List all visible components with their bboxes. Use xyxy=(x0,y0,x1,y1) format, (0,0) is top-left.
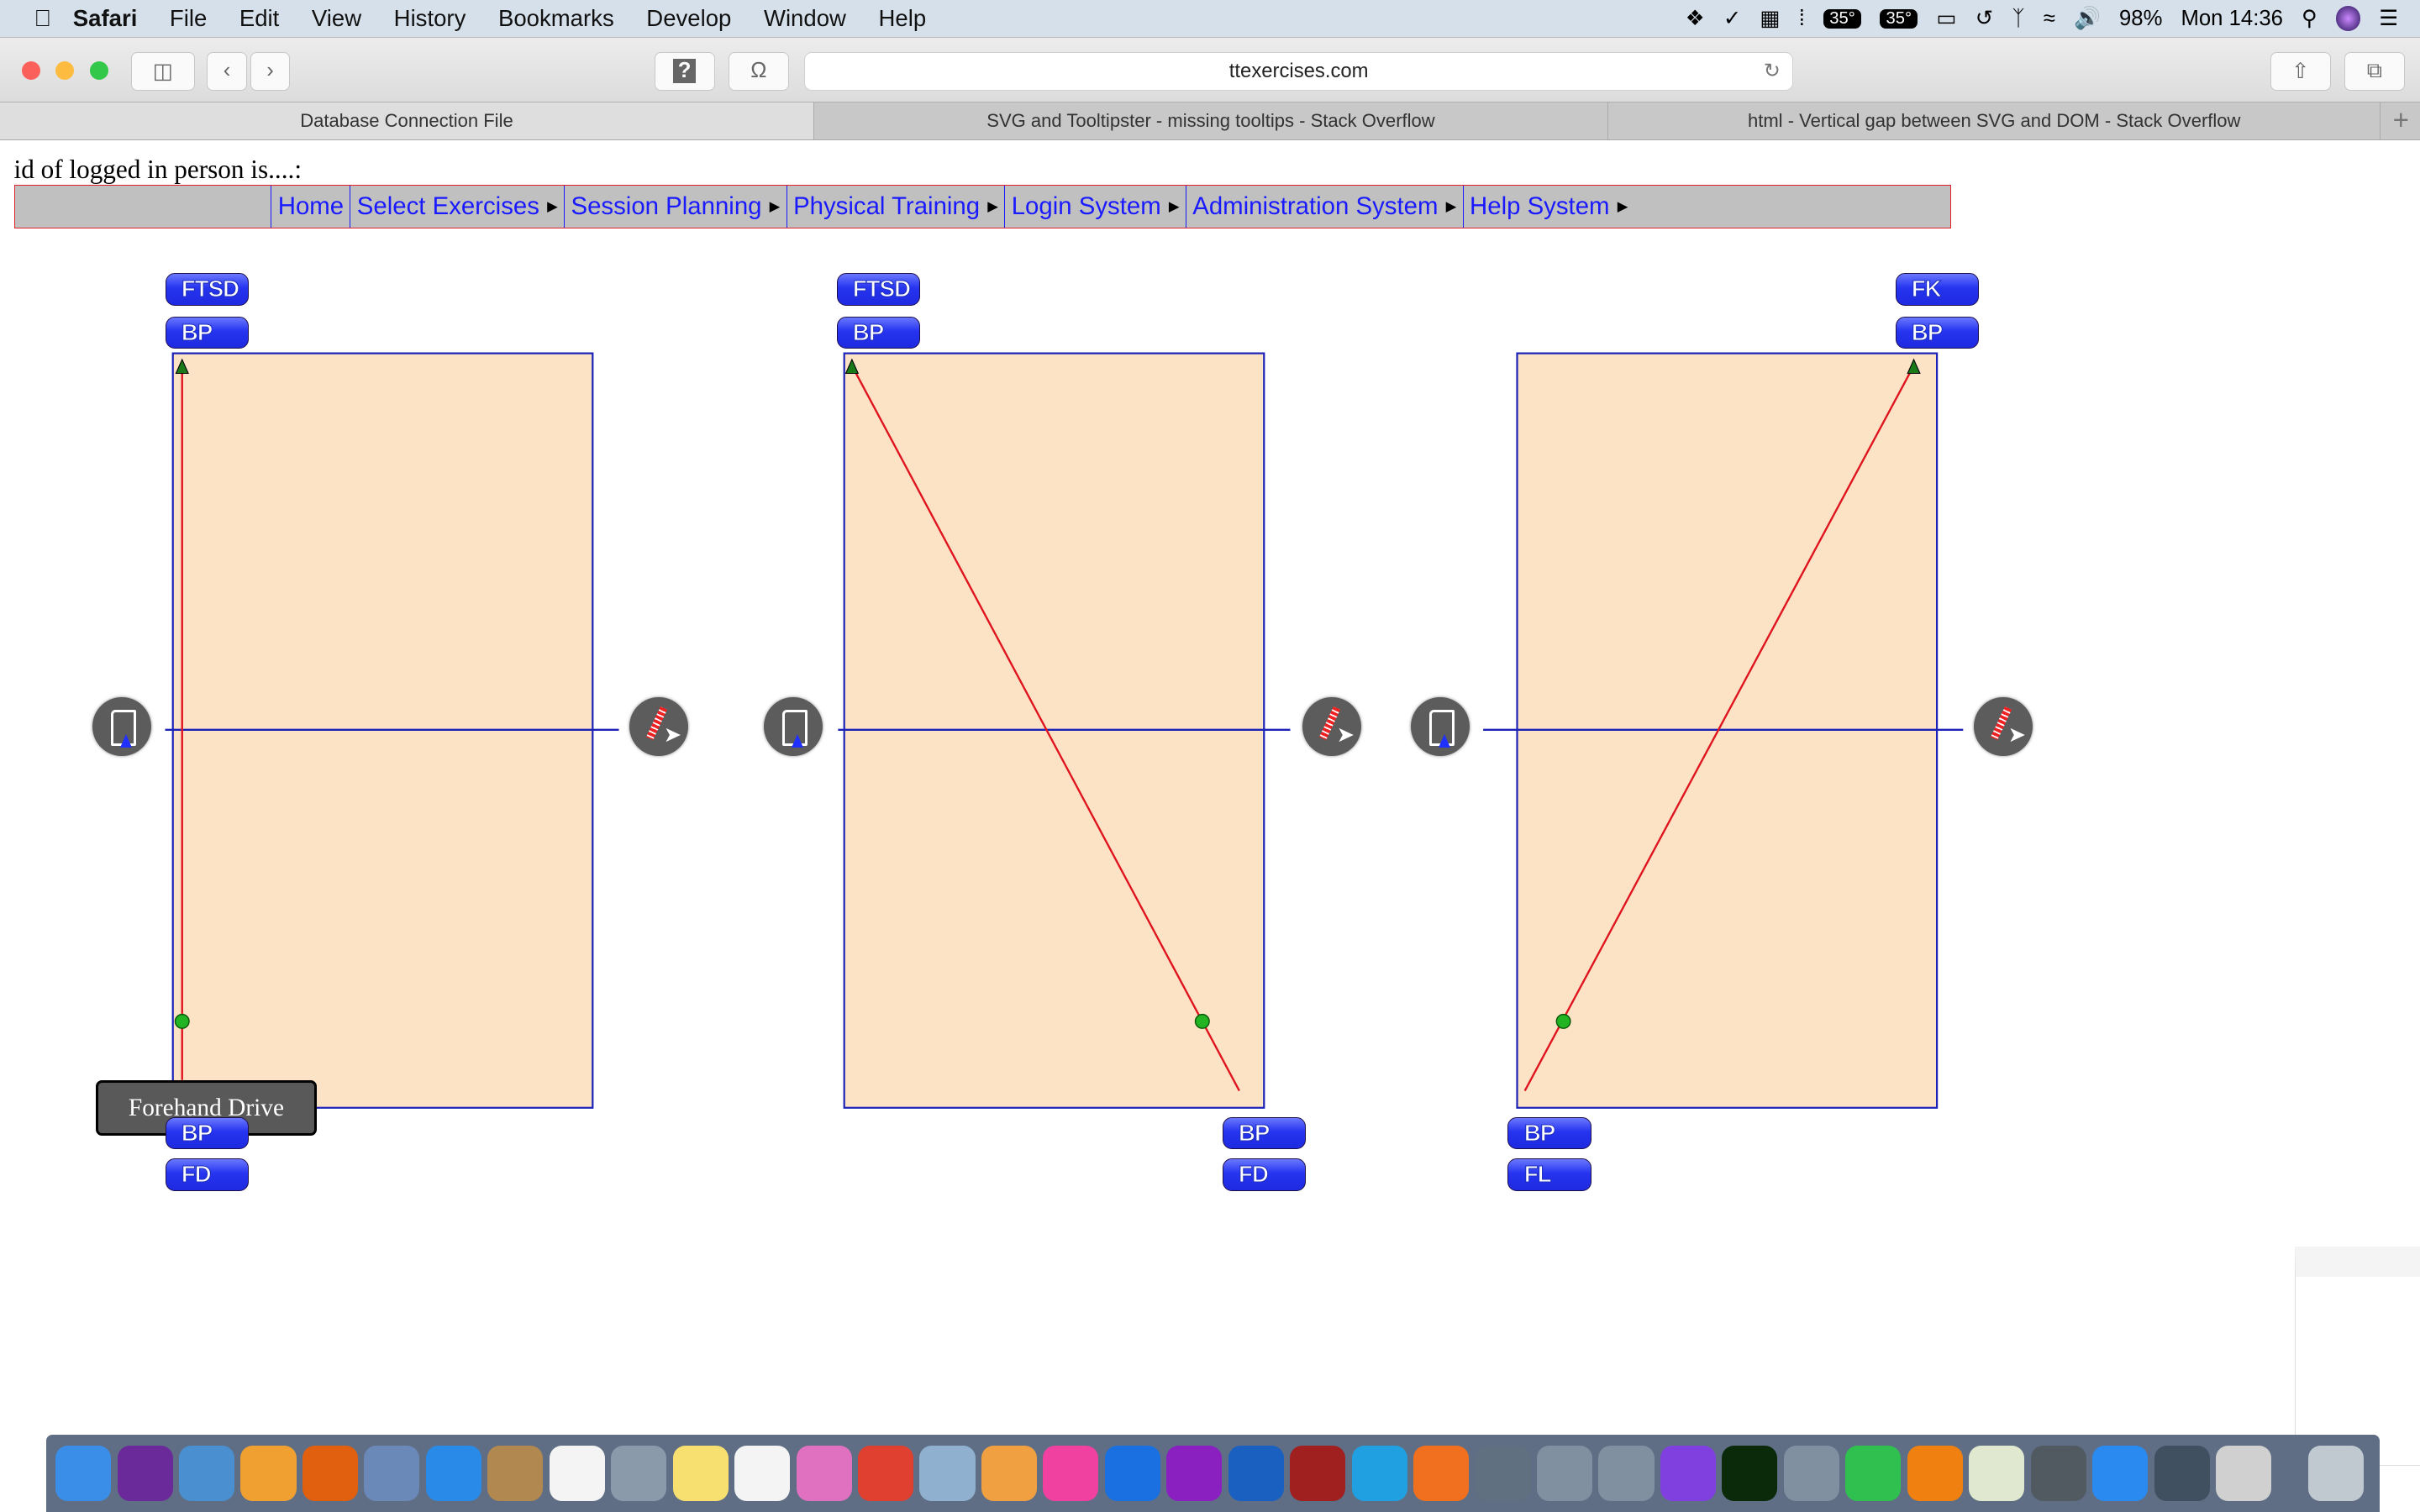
stroke-button-bp[interactable]: BP xyxy=(1507,1116,1591,1150)
courts-svg xyxy=(165,352,1964,1109)
bounce-marker[interactable] xyxy=(1194,1013,1210,1029)
script-editor-icon[interactable] xyxy=(2154,1446,2210,1502)
skype-icon[interactable] xyxy=(1351,1446,1407,1502)
finder-icon[interactable] xyxy=(55,1446,112,1502)
exercise-list-icon[interactable] xyxy=(1410,697,1470,756)
stroke-button-ftsd[interactable]: FTSD xyxy=(836,273,920,306)
pages-icon[interactable] xyxy=(981,1446,1038,1502)
photo-booth-icon[interactable] xyxy=(1290,1446,1346,1502)
app-store-icon[interactable] xyxy=(2092,1446,2149,1502)
partial-window xyxy=(2295,1247,2420,1467)
numbers-icon[interactable] xyxy=(734,1446,791,1502)
unknown-app-icon[interactable] xyxy=(1536,1446,1593,1502)
ibooks-icon[interactable] xyxy=(1907,1446,1963,1502)
photos-icon[interactable] xyxy=(240,1446,297,1502)
stroke-button-ftsd[interactable]: FTSD xyxy=(165,273,249,306)
trash-icon[interactable] xyxy=(2308,1446,2365,1502)
imovie-icon[interactable] xyxy=(1660,1446,1716,1502)
system-preferences-icon[interactable] xyxy=(2030,1446,2086,1502)
grapher-icon[interactable] xyxy=(2215,1446,2272,1502)
pages-tools-icon[interactable] xyxy=(796,1446,852,1502)
bounce-marker[interactable] xyxy=(174,1013,190,1029)
dock xyxy=(46,1435,2381,1512)
calendar-icon[interactable] xyxy=(549,1446,605,1502)
stroke-button-bp[interactable]: BP xyxy=(1222,1116,1306,1150)
unknown-app-icon[interactable] xyxy=(1783,1446,1839,1502)
drill-edit-icon[interactable]: ➤ xyxy=(629,697,689,756)
exercise-list-icon[interactable] xyxy=(764,697,823,756)
stroke-button-bp[interactable]: BP xyxy=(165,1116,249,1150)
dreamweaver-icon[interactable] xyxy=(1722,1446,1778,1502)
stroke-button-bp[interactable]: BP xyxy=(1895,316,1979,349)
siri-icon[interactable] xyxy=(117,1446,173,1502)
chrome-icon[interactable] xyxy=(858,1446,914,1502)
keynote-icon[interactable] xyxy=(179,1446,235,1502)
dvd-player-icon[interactable] xyxy=(1475,1446,1531,1502)
launchpad-icon[interactable] xyxy=(611,1446,667,1502)
maps-icon[interactable] xyxy=(1969,1446,2025,1502)
studio-icon[interactable] xyxy=(1413,1446,1470,1502)
stroke-button-fk[interactable]: FK xyxy=(1895,273,1979,306)
firefox-icon[interactable] xyxy=(302,1446,359,1502)
notes-icon[interactable] xyxy=(672,1446,729,1502)
affinity-designer-icon[interactable] xyxy=(1228,1446,1284,1502)
bounce-marker[interactable] xyxy=(1555,1013,1571,1029)
drill-edit-icon[interactable]: ➤ xyxy=(1974,697,2033,756)
stroke-button-bp[interactable]: BP xyxy=(165,316,249,349)
unknown-app-icon[interactable] xyxy=(1598,1446,1655,1502)
stroke-button-fd[interactable]: FD xyxy=(165,1158,249,1191)
drill-edit-icon[interactable]: ➤ xyxy=(1302,697,1361,756)
stroke-button-bp[interactable]: BP xyxy=(836,316,920,349)
preview-icon[interactable] xyxy=(919,1446,976,1502)
affinity-photo-icon[interactable] xyxy=(1166,1446,1223,1502)
facetime-icon[interactable] xyxy=(1845,1446,1902,1502)
youtube-icon[interactable] xyxy=(1104,1446,1160,1502)
stroke-button-fl[interactable]: FL xyxy=(1507,1158,1591,1191)
exercise-list-icon[interactable] xyxy=(92,697,151,756)
notes-list-icon[interactable] xyxy=(364,1446,420,1502)
safari-icon[interactable] xyxy=(425,1446,481,1502)
contacts-icon[interactable] xyxy=(487,1446,544,1502)
itunes-icon[interactable] xyxy=(1043,1446,1099,1502)
stroke-button-fd[interactable]: FD xyxy=(1222,1158,1306,1191)
